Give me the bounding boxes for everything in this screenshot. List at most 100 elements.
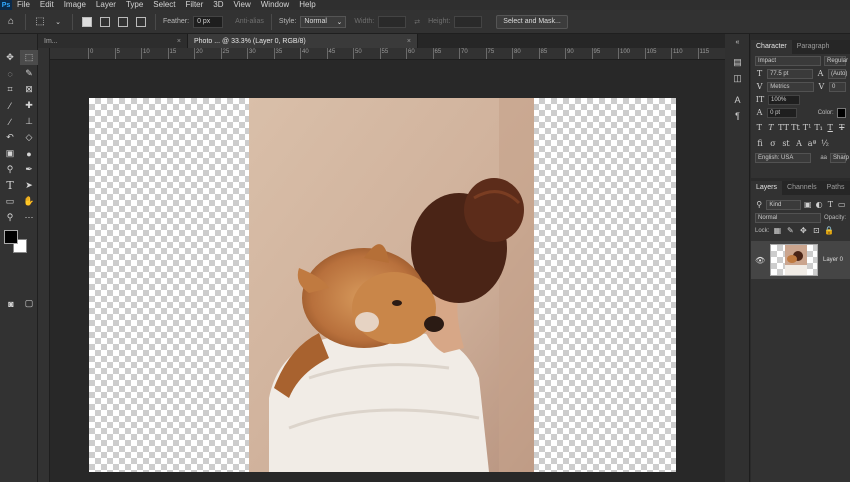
- tab-layers[interactable]: Layers: [751, 181, 783, 195]
- faux-bold-icon[interactable]: T: [755, 123, 764, 132]
- marquee-preset-icon[interactable]: ⬚: [33, 15, 47, 29]
- height-input[interactable]: [454, 15, 483, 28]
- chevron-down-icon[interactable]: ⌄: [51, 15, 65, 29]
- history-icon[interactable]: ▤: [725, 54, 750, 70]
- underline-icon[interactable]: T: [826, 123, 835, 132]
- width-input[interactable]: [378, 15, 407, 28]
- tab-paragraph[interactable]: Paragraph: [792, 40, 835, 54]
- blur-tool-icon[interactable]: ●: [20, 146, 38, 161]
- filter-shape-icon[interactable]: ▭: [838, 200, 846, 209]
- lasso-tool-icon[interactable]: ◌: [1, 66, 19, 81]
- path-selection-tool-icon[interactable]: ➤: [20, 178, 38, 193]
- ordinal-icon[interactable]: aª: [807, 139, 817, 148]
- menu-layer[interactable]: Layer: [91, 0, 121, 10]
- rectangular-marquee-tool-icon[interactable]: ⬚: [20, 50, 38, 65]
- antialias-select[interactable]: Sharp: [830, 152, 849, 163]
- frame-tool-icon[interactable]: ⊠: [20, 82, 38, 97]
- layer-row[interactable]: 👁 Layer 0: [751, 241, 850, 279]
- font-family-select[interactable]: Impact: [755, 55, 821, 66]
- quick-mask-icon[interactable]: ◙: [2, 296, 20, 311]
- swap-dimensions-icon[interactable]: ⇄: [414, 18, 420, 26]
- language-select[interactable]: English: USA: [755, 152, 812, 163]
- subtract-from-selection-button[interactable]: [118, 16, 128, 27]
- new-selection-button[interactable]: [82, 16, 92, 27]
- lock-transparent-icon[interactable]: ▦: [772, 226, 782, 235]
- menu-type[interactable]: Type: [121, 0, 148, 10]
- artboard-lock-icon[interactable]: ⊡: [811, 226, 821, 235]
- home-icon[interactable]: ⌂: [4, 15, 18, 29]
- text-color-swatch[interactable]: [836, 107, 846, 118]
- font-size-select[interactable]: 77.5 pt: [767, 68, 813, 79]
- healing-brush-tool-icon[interactable]: ✚: [20, 98, 38, 113]
- zoom-tool-icon[interactable]: ⚲: [1, 210, 19, 225]
- swash-icon[interactable]: st: [781, 139, 791, 148]
- menu-view[interactable]: View: [229, 0, 256, 10]
- kerning-select[interactable]: Metrics: [767, 81, 814, 92]
- menu-image[interactable]: Image: [59, 0, 91, 10]
- menu-3d[interactable]: 3D: [208, 0, 228, 10]
- faux-italic-icon[interactable]: T: [767, 123, 776, 132]
- font-style-select[interactable]: Regular: [824, 55, 848, 66]
- brush-tool-icon[interactable]: ∕: [1, 114, 19, 129]
- type-tool-icon[interactable]: T: [1, 178, 19, 193]
- document-tab-active[interactable]: Photo ... @ 33.3% (Layer 0, RGB/8) ×: [188, 34, 418, 48]
- filter-type-icon[interactable]: T: [826, 200, 834, 209]
- tab-paths[interactable]: Paths: [822, 181, 850, 195]
- blend-mode-select[interactable]: Normal: [755, 212, 821, 223]
- shape-tool-icon[interactable]: ▭: [1, 194, 19, 209]
- tab-character[interactable]: Character: [751, 40, 792, 54]
- dodge-tool-icon[interactable]: ⚲: [1, 162, 19, 177]
- properties-icon[interactable]: ◫: [725, 70, 750, 86]
- close-icon[interactable]: ×: [177, 38, 181, 45]
- add-to-selection-button[interactable]: [100, 16, 110, 27]
- leading-select[interactable]: (Auto): [828, 68, 847, 79]
- history-brush-tool-icon[interactable]: ↶: [1, 130, 19, 145]
- antialias-checkbox[interactable]: Anti-alias: [235, 18, 264, 25]
- ligature-icon[interactable]: fi: [755, 139, 765, 148]
- lock-all-icon[interactable]: 🔒: [824, 226, 834, 235]
- titling-icon[interactable]: A: [794, 139, 804, 148]
- filter-adjustment-icon[interactable]: ◐: [815, 200, 823, 209]
- layer-name[interactable]: Layer 0: [823, 257, 843, 263]
- menu-select[interactable]: Select: [148, 0, 180, 10]
- foreground-color-swatch[interactable]: [4, 230, 18, 244]
- fraction-icon[interactable]: ½: [820, 139, 830, 148]
- superscript-icon[interactable]: T¹: [803, 123, 812, 132]
- eye-icon[interactable]: 👁: [755, 256, 765, 265]
- eyedropper-tool-icon[interactable]: ⁄: [1, 98, 19, 113]
- subscript-icon[interactable]: T₁: [814, 123, 823, 132]
- lock-position-icon[interactable]: ✥: [798, 226, 808, 235]
- move-tool-icon[interactable]: ✥: [1, 50, 19, 65]
- document-tab[interactable]: Im... ×: [38, 34, 188, 48]
- menu-file[interactable]: File: [12, 0, 35, 10]
- pen-tool-icon[interactable]: ✒: [20, 162, 38, 177]
- menu-filter[interactable]: Filter: [181, 0, 209, 10]
- quick-selection-tool-icon[interactable]: ✎: [20, 66, 38, 81]
- all-caps-icon[interactable]: TT: [778, 123, 789, 132]
- intersect-selection-button[interactable]: [136, 16, 146, 27]
- feather-input[interactable]: 0 px: [193, 15, 224, 28]
- hand-tool-icon[interactable]: ✋: [20, 194, 38, 209]
- old-style-icon[interactable]: σ: [768, 139, 778, 148]
- clone-stamp-tool-icon[interactable]: ⊥: [20, 114, 38, 129]
- close-icon[interactable]: ×: [407, 38, 411, 45]
- more-tools-icon[interactable]: ⋯: [20, 210, 38, 225]
- screen-mode-icon[interactable]: ▢: [20, 296, 38, 311]
- filter-pixel-icon[interactable]: ▣: [804, 200, 812, 209]
- menu-help[interactable]: Help: [294, 0, 320, 10]
- small-caps-icon[interactable]: Tt: [791, 123, 800, 132]
- eraser-tool-icon[interactable]: ◇: [20, 130, 38, 145]
- select-and-mask-button[interactable]: Select and Mask...: [496, 14, 568, 29]
- style-select[interactable]: Normal ⌄: [300, 15, 347, 28]
- menu-window[interactable]: Window: [256, 0, 294, 10]
- color-swatches[interactable]: [4, 230, 32, 258]
- tab-channels[interactable]: Channels: [782, 181, 822, 195]
- lock-image-icon[interactable]: ✎: [785, 226, 795, 235]
- tracking-select[interactable]: 0: [828, 81, 846, 92]
- gradient-tool-icon[interactable]: ▣: [1, 146, 19, 161]
- strikethrough-icon[interactable]: T: [837, 123, 846, 132]
- menu-edit[interactable]: Edit: [35, 0, 59, 10]
- layer-filter-select[interactable]: Kind: [766, 199, 801, 210]
- baseline-shift-input[interactable]: 0 pt: [767, 107, 797, 118]
- character-icon[interactable]: A: [725, 92, 750, 108]
